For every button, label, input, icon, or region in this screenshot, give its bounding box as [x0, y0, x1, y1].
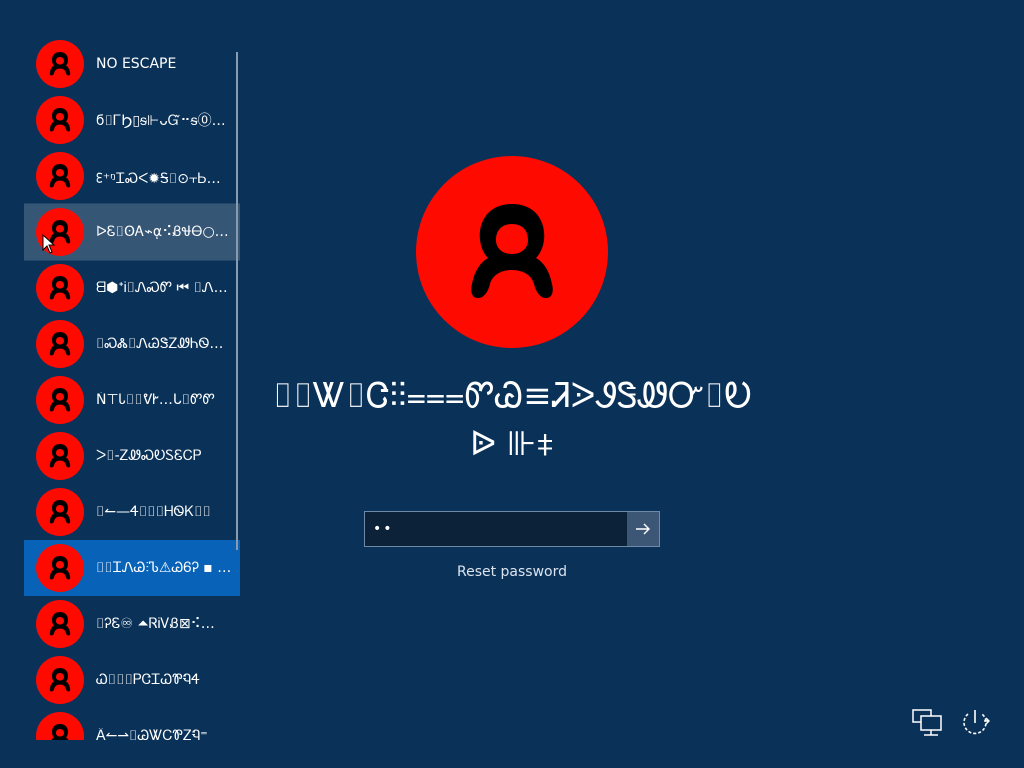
person-icon: [36, 656, 84, 704]
user-list-item[interactable]: ϭ⌷ᎱϦ▯ᵴ⊩ᴗᏳ⠒ᵴ⓪ᏇꝎ: [24, 92, 240, 148]
user-avatar: [36, 432, 84, 480]
network-icon: [912, 709, 942, 736]
person-icon: [36, 96, 84, 144]
mouse-pointer-icon: [42, 233, 56, 254]
user-avatar: [36, 264, 84, 312]
password-input[interactable]: [365, 512, 627, 546]
user-avatar: [36, 712, 84, 740]
user-avatar: [36, 488, 84, 536]
user-list-item[interactable]: ᗺ⬢ᐩᎥ⌷ᏁᏍᏛ ⏮ ⌷Ꮑ…: [24, 260, 240, 316]
user-name: ϭ⌷ᎱϦ▯ᵴ⊩ᴗᏳ⠒ᵴ⓪ᏇꝎ: [96, 113, 236, 129]
person-icon: [36, 152, 84, 200]
person-icon: [36, 600, 84, 648]
network-button[interactable]: [910, 706, 944, 740]
person-icon: [36, 432, 84, 480]
user-list-item[interactable]: NO ESCAPE: [24, 36, 240, 92]
user-avatar: [36, 320, 84, 368]
user-list-item[interactable]: Ꮗ⌷⌷⌷ᏢᏣᏆᏇᏈᏄᏎ: [24, 652, 240, 708]
user-avatar: [36, 600, 84, 648]
user-list-item[interactable]: Ṅ⊤Ꮣ⌷⌷ᕓᎨ…ᒐ⌷ᏛᏛ: [24, 372, 240, 428]
power-button[interactable]: [958, 706, 992, 740]
person-icon: [36, 320, 84, 368]
power-icon: [963, 710, 990, 735]
user-list-item[interactable]: ⌷ᎮᏋ♾ ⏶ᏒᎥᏙᏰ⊠⠪…: [24, 596, 240, 652]
password-field[interactable]: [364, 511, 660, 547]
user-name: ᐅᏋ⌷ʘᎪ⌁ᾳ⠪ᏰᏠᎾ○Ꮭ…: [96, 224, 236, 240]
user-name: ᐳ⌷-ᏃᏪᏍᎧᏚᏋᏟᏢ: [96, 448, 202, 464]
user-name: Ꮗ⌷⌷⌷ᏢᏣᏆᏇᏈᏄᏎ: [96, 672, 200, 688]
user-name: Ṅ⊤Ꮣ⌷⌷ᕓᎨ…ᒐ⌷ᏛᏛ: [96, 392, 215, 408]
user-name: Â↼⇀⌷ᏊᏔᏟᏈᏃᏄ⁼: [96, 728, 208, 740]
user-name: NO ESCAPE: [96, 56, 177, 72]
user-avatar: [36, 656, 84, 704]
person-icon: [36, 376, 84, 424]
person-icon: [36, 712, 84, 740]
user-name: ⌷↼—Ꮞ⌷⌷⌷ᎻᏫᏦ⌷⌷: [96, 504, 211, 520]
selected-user-name: ⌷⌷Ꮤ⌷Ꮳ⫶⫶⩶ᏛᏊ≡ᏘᐷᏭᏕᏪᏅ⌷Ꭷᐉ ⊪⧧: [272, 376, 752, 464]
person-icon: [36, 264, 84, 312]
arrow-right-icon: [636, 523, 650, 535]
user-avatar: [36, 96, 84, 144]
user-avatar: [36, 40, 84, 88]
person-icon: [36, 40, 84, 88]
user-list-item[interactable]: ᐅᏋ⌷ʘᎪ⌁ᾳ⠪ᏰᏠᎾ○Ꮭ…: [24, 203, 240, 261]
user-list-item[interactable]: ᐳ⌷-ᏃᏪᏍᎧᏚᏋᏟᏢ: [24, 428, 240, 484]
user-name: ⌷ᎮᏋ♾ ⏶ᏒᎥᏙᏰ⊠⠪…: [96, 616, 215, 632]
reset-password-link[interactable]: Reset password: [412, 564, 612, 580]
submit-button[interactable]: [627, 512, 659, 546]
user-avatar: [36, 152, 84, 200]
user-list-item[interactable]: ⌷⌷ᏆᏁᏊ⫶Ꮦ⚠ᏊᏮᎮ ▪ …: [24, 540, 240, 596]
user-avatar: [36, 376, 84, 424]
user-name: ⌷⌷ᏆᏁᏊ⫶Ꮦ⚠ᏊᏮᎮ ▪ …: [96, 560, 232, 576]
person-icon: [416, 156, 608, 348]
person-icon: [36, 544, 84, 592]
selected-user-avatar: [416, 156, 608, 348]
lock-screen: NO ESCAPE ϭ⌷ᎱϦ▯ᵴ⊩ᴗᏳ⠒ᵴ⓪ᏇꝎ ᢄ⁺ᵑᏆᏍᐸ✹Ꭶ⌷⊙⫟Ꮟ… ᐅᏋ⌷ʘ…: [0, 0, 1024, 768]
user-list-item[interactable]: ⌷ᏍᏜ⌷ᏁᏊᏕᏃᏪᏂᏫ…: [24, 316, 240, 372]
user-list-scrollbar[interactable]: [236, 52, 238, 550]
user-avatar: [36, 544, 84, 592]
person-icon: [36, 488, 84, 536]
user-list-item[interactable]: ⌷↼—Ꮞ⌷⌷⌷ᎻᏫᏦ⌷⌷: [24, 484, 240, 540]
user-name: ᗺ⬢ᐩᎥ⌷ᏁᏍᏛ ⏮ ⌷Ꮑ…: [96, 280, 228, 296]
user-name: ᢄ⁺ᵑᏆᏍᐸ✹Ꭶ⌷⊙⫟Ꮟ…: [96, 171, 221, 187]
user-name: ⌷ᏍᏜ⌷ᏁᏊᏕᏃᏪᏂᏫ…: [96, 336, 224, 352]
user-list-item[interactable]: ᢄ⁺ᵑᏆᏍᐸ✹Ꭶ⌷⊙⫟Ꮟ…: [24, 148, 240, 204]
user-list[interactable]: NO ESCAPE ϭ⌷ᎱϦ▯ᵴ⊩ᴗᏳ⠒ᵴ⓪ᏇꝎ ᢄ⁺ᵑᏆᏍᐸ✹Ꭶ⌷⊙⫟Ꮟ… ᐅᏋ⌷ʘ…: [24, 36, 240, 740]
user-list-item[interactable]: Â↼⇀⌷ᏊᏔᏟᏈᏃᏄ⁼: [24, 708, 240, 740]
